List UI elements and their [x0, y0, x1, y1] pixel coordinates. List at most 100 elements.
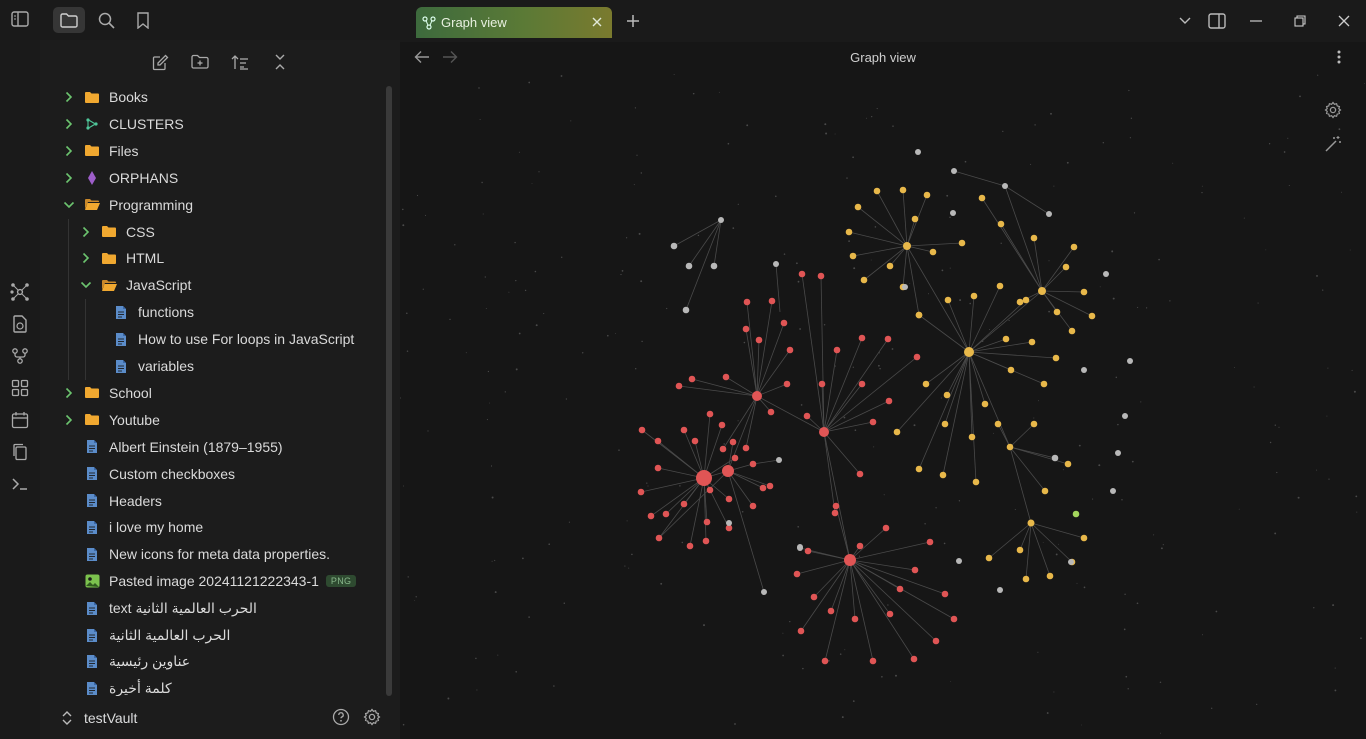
graph-node[interactable]: [718, 421, 726, 429]
graph-node[interactable]: [731, 454, 739, 462]
graph-node[interactable]: [1022, 575, 1030, 583]
graph-node[interactable]: [915, 149, 921, 155]
graph-node[interactable]: [950, 210, 956, 216]
graph-node[interactable]: [849, 252, 857, 260]
graph-node[interactable]: [1052, 455, 1058, 461]
graph-node[interactable]: [755, 336, 763, 344]
graph-node[interactable]: [845, 228, 853, 236]
folder-item[interactable]: Youtube: [62, 407, 160, 433]
folder-item[interactable]: CSS: [79, 219, 155, 245]
graph-node[interactable]: [926, 538, 934, 546]
graph-node[interactable]: [964, 347, 974, 357]
graph-node[interactable]: [884, 335, 892, 343]
file-recovery-icon[interactable]: [6, 310, 34, 338]
graph-node[interactable]: [1027, 519, 1035, 527]
graph-node[interactable]: [647, 512, 655, 520]
graph-node[interactable]: [776, 457, 782, 463]
chevron-right-icon[interactable]: [62, 413, 76, 427]
file-item[interactable]: كلمة أخيرة: [84, 676, 172, 696]
file-item[interactable]: variables: [113, 353, 194, 379]
graph-node[interactable]: [749, 460, 757, 468]
graph-node[interactable]: [1064, 460, 1072, 468]
graph-node[interactable]: [854, 203, 862, 211]
sort-icon[interactable]: [226, 48, 254, 76]
graph-node[interactable]: [688, 375, 696, 383]
graph-node[interactable]: [803, 412, 811, 420]
templates-icon[interactable]: [6, 374, 34, 402]
graph-view-icon[interactable]: [6, 278, 34, 306]
graph-node[interactable]: [780, 319, 788, 327]
graph-node[interactable]: [759, 484, 767, 492]
graph-node[interactable]: [943, 391, 951, 399]
graph-node[interactable]: [742, 325, 750, 333]
graph-node[interactable]: [1038, 287, 1046, 295]
graph-node[interactable]: [869, 418, 877, 426]
file-item[interactable]: Albert Einstein (1879–1955): [84, 434, 283, 460]
graph-node[interactable]: [958, 239, 966, 247]
graph-node[interactable]: [932, 637, 940, 645]
graph-node[interactable]: [882, 524, 890, 532]
graph-node[interactable]: [1028, 338, 1036, 346]
graph-node[interactable]: [767, 408, 775, 416]
graph-node[interactable]: [915, 311, 923, 319]
folder-item[interactable]: Programming: [62, 192, 193, 218]
graph-node[interactable]: [1068, 327, 1076, 335]
graph-node[interactable]: [994, 420, 1002, 428]
graph-node[interactable]: [703, 518, 711, 526]
graph-node[interactable]: [637, 488, 645, 496]
file-item[interactable]: functions: [113, 299, 194, 325]
graph-node[interactable]: [793, 570, 801, 578]
restore-icon[interactable]: [1286, 8, 1314, 34]
graph-node[interactable]: [941, 590, 949, 598]
new-folder-icon[interactable]: [186, 48, 214, 76]
graph-settings-icon[interactable]: [1321, 98, 1345, 122]
graph-node[interactable]: [970, 292, 978, 300]
graph-node[interactable]: [997, 220, 1005, 228]
graph-node[interactable]: [1002, 183, 1008, 189]
graph-node[interactable]: [1041, 487, 1049, 495]
new-tab-icon[interactable]: [619, 8, 647, 34]
chevron-right-icon[interactable]: [62, 117, 76, 131]
graph-node[interactable]: [1016, 298, 1024, 306]
file-item[interactable]: How to use For loops in JavaScript: [113, 326, 354, 352]
folder-item[interactable]: JavaScript: [79, 272, 191, 298]
graph-node[interactable]: [654, 464, 662, 472]
chevron-down-icon[interactable]: [79, 278, 93, 292]
graph-node[interactable]: [923, 191, 931, 199]
graph-node[interactable]: [726, 520, 732, 526]
graph-node[interactable]: [911, 566, 919, 574]
chevron-right-icon[interactable]: [62, 90, 76, 104]
graph-node[interactable]: [844, 554, 856, 566]
graph-node[interactable]: [873, 187, 881, 195]
file-item[interactable]: i love my home: [84, 514, 203, 540]
minimize-icon[interactable]: [1242, 8, 1270, 34]
graph-node[interactable]: [944, 296, 952, 304]
chevron-right-icon[interactable]: [62, 171, 76, 185]
graph-node[interactable]: [783, 380, 791, 388]
copy-icon[interactable]: [6, 438, 34, 466]
graph-node[interactable]: [1070, 243, 1078, 251]
graph-node[interactable]: [833, 346, 841, 354]
graph-node[interactable]: [968, 433, 976, 441]
search-icon[interactable]: [90, 7, 122, 33]
graph-node[interactable]: [749, 502, 757, 510]
graph-node[interactable]: [939, 471, 947, 479]
graph-node[interactable]: [706, 410, 714, 418]
canvas-icon[interactable]: [6, 342, 34, 370]
graph-node[interactable]: [768, 297, 776, 305]
graph-node[interactable]: [978, 194, 986, 202]
graph-node[interactable]: [851, 615, 859, 623]
graph-node[interactable]: [899, 186, 907, 194]
graph-node[interactable]: [682, 306, 690, 314]
graph-node[interactable]: [911, 215, 919, 223]
graph-node[interactable]: [903, 242, 911, 250]
folder-item[interactable]: CLUSTERS: [62, 111, 184, 137]
vault-switcher[interactable]: testVault: [43, 696, 395, 739]
graph-node[interactable]: [827, 607, 835, 615]
graph-node[interactable]: [810, 593, 818, 601]
help-icon[interactable]: [332, 708, 350, 729]
graph-node[interactable]: [1022, 296, 1030, 304]
tab-graph-view[interactable]: Graph view: [416, 7, 612, 38]
graph-node[interactable]: [725, 495, 733, 503]
graph-node[interactable]: [886, 262, 894, 270]
